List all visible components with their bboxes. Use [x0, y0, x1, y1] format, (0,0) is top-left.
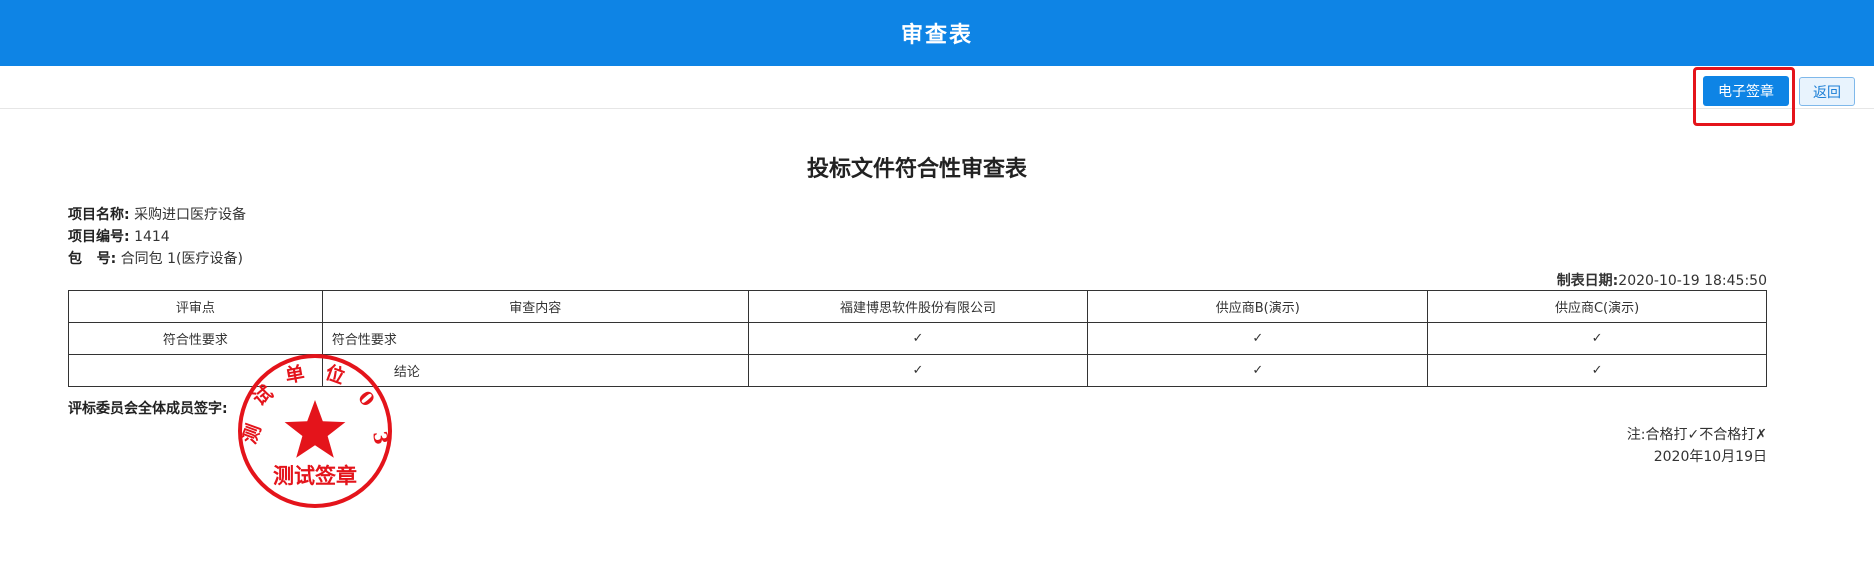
created-date-value: 2020-10-19 18:45:50 [1618, 273, 1767, 289]
column-header: 福建博思软件股份有限公司 [747, 290, 1089, 323]
check-cell: ✓ [747, 322, 1089, 355]
check-cell: ✓ [1427, 322, 1767, 355]
created-date-label: 制表日期: [1556, 273, 1619, 289]
package-value: 合同包 1(医疗设备) [120, 251, 243, 267]
svg-text:测试签章: 测试签章 [273, 463, 357, 488]
column-header: 供应商C(演示) [1427, 290, 1767, 323]
table-cell: 符合性要求 [68, 322, 323, 355]
check-cell: ✓ [747, 354, 1089, 387]
project-number-label: 项目编号: [68, 229, 130, 245]
signature-date: 2020年10月19日 [1653, 449, 1767, 465]
svg-text:单: 单 [284, 362, 307, 388]
column-header: 供应商B(演示) [1087, 290, 1429, 323]
project-name-value: 采购进口医疗设备 [134, 207, 247, 223]
svg-text:0: 0 [353, 387, 378, 411]
table-cell: 符合性要求 [321, 322, 749, 355]
header-bar: 审查表 [0, 0, 1874, 66]
page-title: 审查表 [900, 23, 973, 48]
project-number-row: 项目编号: 1414 [68, 226, 170, 246]
red-seal-stamp: 测 试 单 位 0 3 测试签章 [238, 354, 392, 508]
electronic-seal-button[interactable]: 电子签章 [1703, 76, 1789, 106]
created-date: 制表日期:2020-10-19 18:45:50 [1557, 270, 1767, 290]
project-number-value: 1414 [134, 229, 170, 245]
committee-signature-label: 评标委员会全体成员签字: [68, 401, 228, 417]
svg-text:位: 位 [322, 360, 348, 388]
column-header: 评审点 [68, 290, 323, 323]
back-button[interactable]: 返回 [1799, 77, 1855, 106]
toolbar: 电子签章 返回 [0, 66, 1874, 126]
project-name-label: 项目名称: [68, 207, 130, 223]
table-row: 符合性要求 符合性要求 ✓ ✓ ✓ [68, 322, 1767, 355]
check-cell: ✓ [1427, 354, 1767, 387]
table-header-row: 评审点 审查内容 福建博思软件股份有限公司 供应商B(演示) 供应商C(演示) [68, 290, 1767, 323]
marking-note: 注:合格打✓不合格打✗ [1626, 427, 1767, 443]
project-name-row: 项目名称: 采购进口医疗设备 [68, 204, 246, 224]
column-header: 审查内容 [321, 290, 749, 323]
package-label: 包 号: [68, 251, 117, 267]
package-row: 包 号: 合同包 1(医疗设备) [68, 248, 243, 268]
document-title: 投标文件符合性审查表 [806, 157, 1027, 182]
check-cell: ✓ [1087, 322, 1429, 355]
check-cell: ✓ [1087, 354, 1429, 387]
